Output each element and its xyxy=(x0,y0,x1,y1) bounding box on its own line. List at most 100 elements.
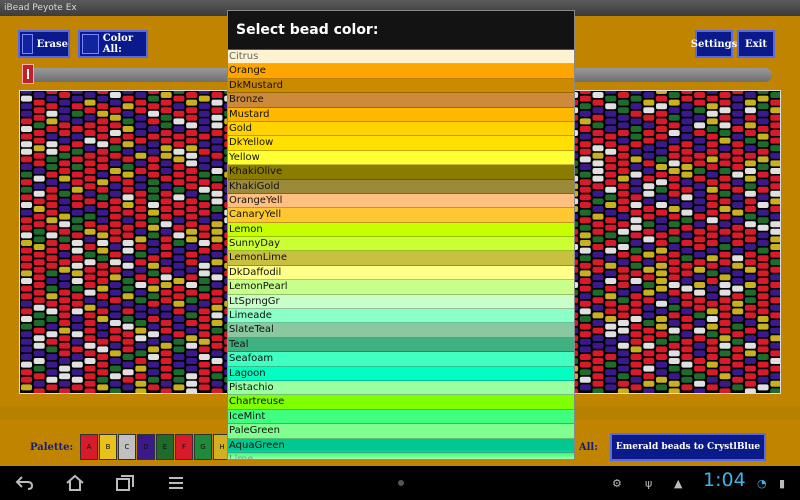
bead[interactable] xyxy=(770,145,780,152)
bead[interactable] xyxy=(605,110,617,117)
bead[interactable] xyxy=(668,342,680,349)
bead[interactable] xyxy=(579,133,591,140)
bead[interactable] xyxy=(148,308,159,315)
bead[interactable] xyxy=(668,358,680,364)
bead[interactable] xyxy=(630,270,642,277)
bead[interactable] xyxy=(592,99,604,106)
bead[interactable] xyxy=(617,327,629,334)
bead[interactable] xyxy=(173,369,185,376)
bead[interactable] xyxy=(694,327,706,334)
bead[interactable] xyxy=(681,270,693,277)
bead[interactable] xyxy=(160,266,172,273)
bead[interactable] xyxy=(71,361,83,368)
bead[interactable] xyxy=(97,103,109,110)
bead[interactable] xyxy=(656,331,667,338)
bead[interactable] xyxy=(135,160,147,167)
bead[interactable] xyxy=(681,300,693,307)
bead[interactable] xyxy=(71,186,83,193)
bead[interactable] xyxy=(59,122,71,129)
bead[interactable] xyxy=(148,316,159,322)
bead[interactable] xyxy=(71,308,83,315)
bead[interactable] xyxy=(46,323,58,330)
bead[interactable] xyxy=(744,168,756,174)
bead[interactable] xyxy=(97,95,109,102)
bead[interactable] xyxy=(160,388,172,393)
bead[interactable] xyxy=(681,354,693,360)
bead[interactable] xyxy=(211,175,223,182)
bead[interactable] xyxy=(109,145,121,152)
bead[interactable] xyxy=(656,91,667,94)
erase-button[interactable]: Erase xyxy=(18,30,70,58)
color-option[interactable]: Lemon xyxy=(228,222,574,238)
bead[interactable] xyxy=(605,255,617,262)
bead[interactable] xyxy=(579,293,591,300)
bead[interactable] xyxy=(160,274,172,281)
bead[interactable] xyxy=(160,350,172,357)
bead[interactable] xyxy=(21,209,32,216)
bead[interactable] xyxy=(744,358,756,364)
bead[interactable] xyxy=(706,171,718,178)
bead[interactable] xyxy=(135,274,147,281)
bead[interactable] xyxy=(656,110,667,117)
bead[interactable] xyxy=(744,244,756,250)
bead[interactable] xyxy=(744,327,756,334)
bead[interactable] xyxy=(617,259,629,266)
bead[interactable] xyxy=(656,376,667,383)
bead[interactable] xyxy=(744,190,756,197)
bead[interactable] xyxy=(719,99,731,106)
bead[interactable] xyxy=(681,186,693,193)
bead[interactable] xyxy=(719,304,731,311)
bead[interactable] xyxy=(757,156,769,163)
bead[interactable] xyxy=(744,206,756,212)
bead[interactable] xyxy=(109,320,121,326)
bead[interactable] xyxy=(643,373,655,380)
bead[interactable] xyxy=(135,335,147,342)
bead[interactable] xyxy=(211,342,223,349)
bead[interactable] xyxy=(84,122,96,129)
bead[interactable] xyxy=(160,168,172,174)
bead[interactable] xyxy=(21,126,32,132)
bead[interactable] xyxy=(84,168,96,174)
bead[interactable] xyxy=(173,118,185,125)
bead[interactable] xyxy=(198,316,210,322)
bead[interactable] xyxy=(59,251,71,258)
bead[interactable] xyxy=(617,137,629,144)
bead[interactable] xyxy=(656,186,667,193)
bead[interactable] xyxy=(173,91,185,94)
bead[interactable] xyxy=(617,380,629,387)
bead[interactable] xyxy=(186,122,198,129)
bead[interactable] xyxy=(33,327,45,334)
bead[interactable] xyxy=(579,217,591,224)
bead[interactable] xyxy=(706,202,718,208)
bead[interactable] xyxy=(160,304,172,311)
bead[interactable] xyxy=(732,171,744,178)
bead[interactable] xyxy=(719,122,731,129)
bead[interactable] xyxy=(122,255,134,262)
bead[interactable] xyxy=(173,110,185,117)
bead[interactable] xyxy=(770,130,780,136)
bead[interactable] xyxy=(135,228,147,235)
bead[interactable] xyxy=(122,331,134,338)
bead[interactable] xyxy=(719,145,731,152)
bead[interactable] xyxy=(122,179,134,186)
bead[interactable] xyxy=(744,274,756,281)
bead[interactable] xyxy=(33,282,45,288)
bead[interactable] xyxy=(21,148,32,155)
bead[interactable] xyxy=(744,228,756,235)
bead[interactable] xyxy=(617,206,629,212)
bead[interactable] xyxy=(148,262,159,269)
bead[interactable] xyxy=(757,285,769,292)
bead[interactable] xyxy=(97,209,109,216)
bead[interactable] xyxy=(33,350,45,357)
bead[interactable] xyxy=(160,160,172,167)
color-option[interactable]: Pistachio xyxy=(228,380,574,396)
bead[interactable] xyxy=(770,297,780,304)
bead[interactable] xyxy=(59,190,71,197)
bead[interactable] xyxy=(592,114,604,121)
bead[interactable] xyxy=(71,331,83,338)
bead[interactable] xyxy=(97,224,109,231)
bead[interactable] xyxy=(770,107,780,114)
color-option[interactable]: Yellow xyxy=(228,150,574,166)
bead[interactable] xyxy=(719,228,731,235)
bead[interactable] xyxy=(97,247,109,254)
